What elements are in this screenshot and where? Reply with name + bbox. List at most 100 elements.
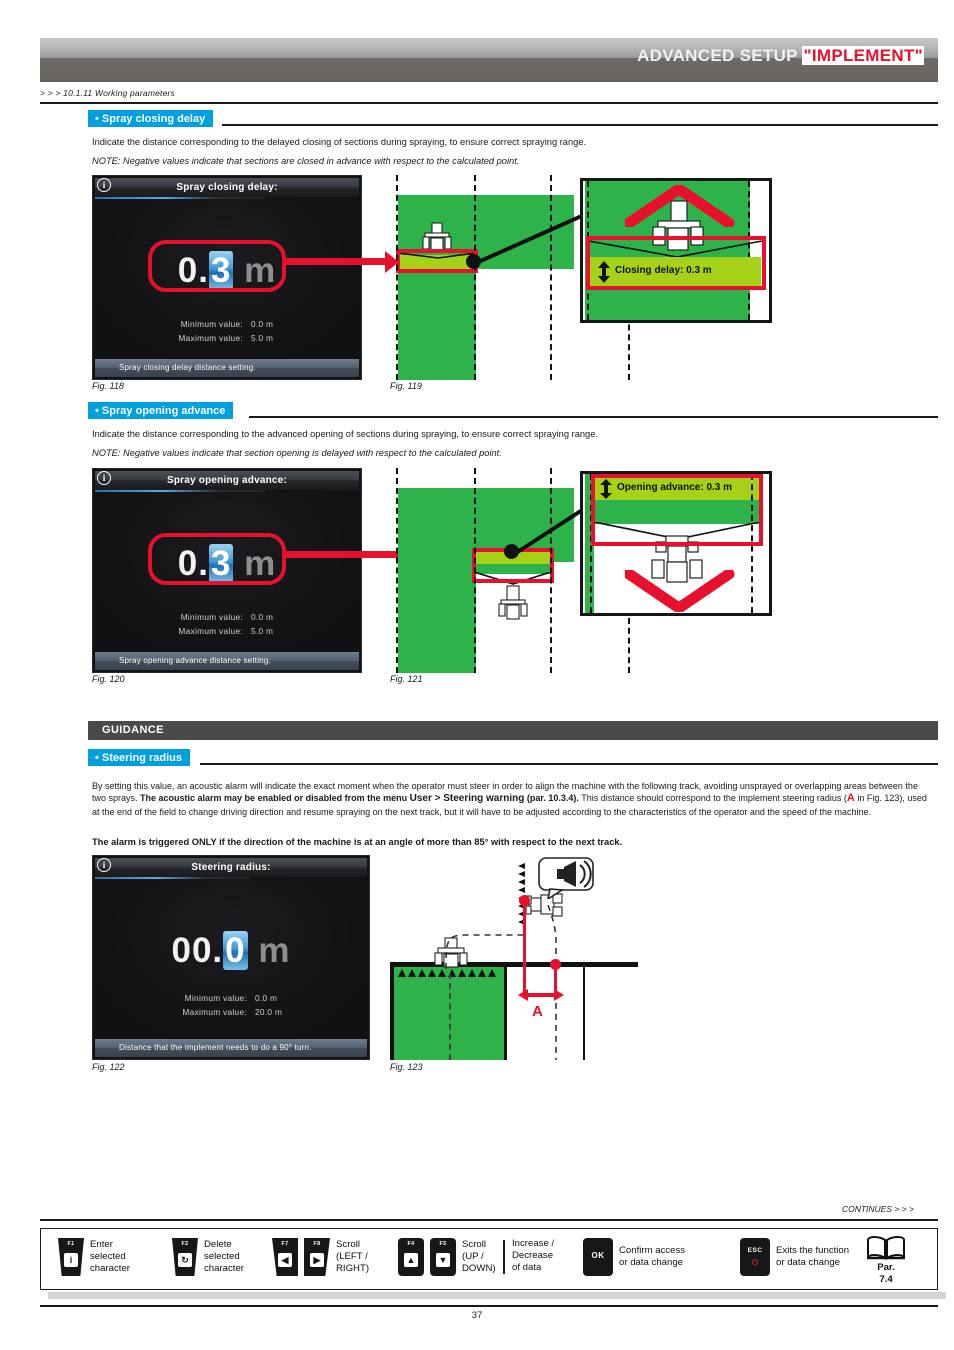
key-desc-increase-decrease: Increase / Decrease of data: [512, 1238, 555, 1273]
key-glyph-undo-icon: ↻: [178, 1253, 192, 1267]
guidance-track-center: [449, 973, 451, 1060]
section-rule-steering: [200, 763, 938, 765]
measure-point-bottom: [550, 959, 561, 970]
guidance-text-b: This distance should correspond to the i…: [581, 793, 847, 804]
measure-point-top: [519, 895, 530, 906]
fig-caption-120: Fig. 120: [92, 674, 125, 684]
page-title-highlight: "IMPLEMENT": [802, 46, 924, 65]
min-label: Minimum value:: [180, 612, 243, 622]
field-block-lower: [398, 269, 476, 380]
key-desc-f2: Delete selected character: [204, 1239, 244, 1274]
key-cap-f1[interactable]: F1 i: [58, 1238, 84, 1276]
key-label-f1: F1: [67, 1241, 75, 1247]
max-value: 5.0 m: [251, 626, 274, 636]
key-cap-f8[interactable]: F8 ▶: [304, 1238, 330, 1276]
section-band-guidance: GUIDANCE: [88, 721, 938, 740]
label-A: A: [532, 1003, 543, 1020]
callout-label-closing: Closing delay: 0.3 m: [615, 265, 712, 276]
zoom-detail-fig-119: Closing delay: 0.3 m: [580, 178, 772, 323]
highlight-ring-closing-value: [148, 240, 286, 292]
screen-info-bar-steering: Distance that the implement needs to do …: [95, 1039, 367, 1057]
value-prefix: 00.: [171, 931, 224, 970]
breadcrumb: > > > 10.1.11 Working parameters: [40, 88, 175, 98]
screen-body-steering: 00.0 m Minimum value: 0.0 m Maximum value…: [95, 879, 367, 1037]
key-label-f4: F4: [407, 1241, 415, 1247]
key-esc-exit[interactable]: ESC ⏻ Exits the function or data change: [740, 1238, 849, 1276]
key-desc-f4-f5: Scroll (UP / DOWN): [462, 1239, 496, 1274]
key-cap-f2[interactable]: F2 ↻: [172, 1238, 198, 1276]
screen-title-closing: Spray closing delay:: [95, 178, 359, 197]
key-desc-f7-f8: Scroll (LEFT / RIGHT): [336, 1239, 370, 1274]
opening-paragraph: Indicate the distance corresponding to t…: [92, 429, 598, 439]
key-cap-esc[interactable]: ESC ⏻: [740, 1238, 770, 1276]
screen-title-steering: Steering radius:: [95, 858, 367, 877]
max-label: Maximum value:: [178, 333, 243, 343]
min-value: 0.0 m: [251, 319, 274, 329]
continues-label: CONTINUES > > >: [841, 1204, 914, 1214]
max-label: Maximum value:: [182, 1007, 247, 1017]
track-line-2: [474, 175, 476, 380]
page-header-band: ADVANCED SETUP "IMPLEMENT": [40, 38, 938, 82]
par-reference: Par. 7.4: [877, 1262, 895, 1285]
tractor-icon-opening: [498, 585, 528, 620]
guidance-par-ref: (par. 10.3.4).: [524, 793, 579, 804]
fig-caption-121: Fig. 121: [390, 674, 423, 684]
key-label-f5: F5: [439, 1241, 447, 1247]
value-selected-digit[interactable]: 0: [223, 931, 248, 970]
min-label: Minimum value:: [184, 993, 247, 1003]
guidance-warning: The alarm is triggered ONLY if the direc…: [92, 837, 623, 847]
diagram-fig-123: A: [386, 855, 656, 1060]
field-block-lower-opening: [398, 562, 476, 673]
screen-minmax-closing: Minimum value: 0.0 m Maximum value: 5.0 m: [95, 317, 359, 345]
footer-top-rule: [40, 1219, 938, 1221]
highlight-box-zoom-closing: [586, 236, 766, 290]
open-book-icon: [867, 1236, 905, 1260]
screen-steering-radius: Steering radius: 00.0 m Minimum value: 0.…: [92, 855, 370, 1060]
key-cap-f5[interactable]: F5 ▼: [430, 1238, 456, 1276]
zoom-detail-fig-121: Opening advance: 0.3 m: [580, 471, 772, 616]
track-line-2-opening: [474, 468, 476, 673]
measure-line-left: [523, 900, 526, 995]
guidance-paragraph-1: By setting this value, an acoustic alarm…: [92, 780, 930, 818]
fig-caption-122: Fig. 122: [92, 1062, 125, 1072]
key-cap-f4[interactable]: F4 ▲: [398, 1238, 424, 1276]
direction-chevron-down-icon: [625, 570, 735, 612]
legend-shadow: [48, 1292, 946, 1299]
key-label-f2: F2: [181, 1241, 189, 1247]
info-icon: i: [97, 858, 111, 872]
key-glyph-power-icon: ⏻: [751, 1258, 759, 1267]
info-icon: i: [97, 178, 111, 192]
key-cap-f7[interactable]: F7 ◀: [272, 1238, 298, 1276]
track-line-1: [396, 175, 398, 380]
key-label-f8: F8: [313, 1241, 321, 1247]
screen-title-opening: Spray opening advance:: [95, 471, 359, 490]
page-title: ADVANCED SETUP "IMPLEMENT": [637, 46, 924, 66]
highlight-ring-opening-value: [148, 533, 286, 585]
label-A-reference: A: [846, 792, 855, 805]
key-f7-f8-scroll-lr[interactable]: F7 ◀ F8 ▶ Scroll (LEFT / RIGHT): [272, 1238, 369, 1276]
breadcrumb-rule: [40, 102, 938, 104]
min-label: Minimum value:: [180, 319, 243, 329]
key-glyph-arrow-up-icon: ▲: [404, 1253, 418, 1267]
key-f1-enter[interactable]: F1 i Enter selected character: [58, 1238, 130, 1276]
field-border-far-right: [583, 967, 585, 1060]
section-rule-opening: [249, 416, 938, 418]
footer-bottom-rule: [40, 1305, 938, 1307]
callout-label-opening: Opening advance: 0.3 m: [617, 482, 733, 493]
fig-caption-118: Fig. 118: [92, 381, 124, 391]
key-ok-confirm[interactable]: OK Confirm access or data change: [583, 1238, 685, 1276]
track-line-3: [550, 175, 552, 380]
fig-caption-119: Fig. 119: [390, 381, 422, 391]
screen-info-bar-closing: Spray closing delay distance setting.: [95, 359, 359, 377]
key-cap-ok[interactable]: OK: [583, 1238, 613, 1276]
screen-info-bar-opening: Spray opening advance distance setting.: [95, 652, 359, 670]
updown-arrow-icon-closing: [598, 261, 610, 283]
section-title-spray-opening-advance: • Spray opening advance: [88, 402, 234, 419]
min-value: 0.0 m: [251, 612, 274, 622]
key-f4-f5-scroll-ud[interactable]: F4 ▲ F5 ▼ Scroll (UP / DOWN): [398, 1238, 496, 1276]
legend-increase-decrease: Increase / Decrease of data: [512, 1238, 554, 1274]
opening-note: NOTE: Negative values indicate that sect…: [92, 448, 502, 458]
measure-arrow-A: [518, 989, 564, 1001]
key-f2-delete[interactable]: F2 ↻ Delete selected character: [172, 1238, 244, 1276]
field-border-right: [504, 962, 507, 1060]
